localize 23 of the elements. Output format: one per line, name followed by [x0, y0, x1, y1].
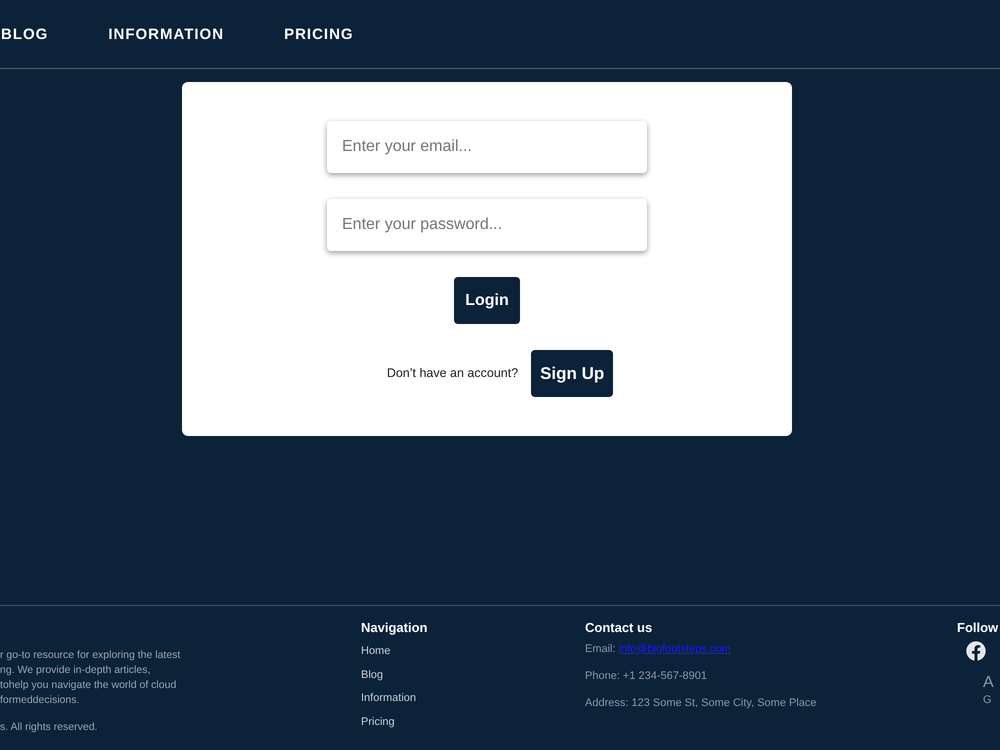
- about-text: r go-to resource for exploring the latest ng. We provide in-depth articles, tohelp you navigate the world of cloud formeddecisions.: [0, 648, 182, 708]
- column-heading: A: [983, 673, 994, 693]
- follow-heading: Follow: [957, 620, 998, 636]
- phone-text: Phone: +1 234-567-8901: [585, 669, 708, 684]
- signup-prompt: Don’t have an account?: [386, 365, 518, 382]
- contact-heading: Contact us: [585, 620, 654, 636]
- login-button[interactable]: Login: [454, 277, 520, 324]
- password-field[interactable]: Enter your password...: [327, 199, 647, 251]
- email-label: Email:: [585, 642, 616, 657]
- nav-link[interactable]: PRICING: [284, 26, 354, 42]
- email-field[interactable]: Enter your email...: [327, 121, 647, 173]
- footer-link[interactable]: Blog: [361, 668, 384, 683]
- footer-link[interactable]: Information: [361, 691, 416, 706]
- column-text: G: [983, 693, 992, 707]
- copyright-text: s. All rights reserved.: [0, 720, 98, 735]
- nav-link[interactable]: INFORMATION: [108, 26, 224, 42]
- address-text: Address: 123 Some St, Some City, Some Place: [585, 696, 817, 711]
- navigation-heading: Navigation: [361, 620, 428, 636]
- footer-link[interactable]: Pricing: [361, 714, 395, 730]
- footer-link[interactable]: Home: [361, 644, 390, 660]
- nav-link[interactable]: BLOG: [1, 26, 48, 42]
- facebook-icon[interactable]: [966, 641, 986, 661]
- signup-button[interactable]: Sign Up: [531, 350, 614, 397]
